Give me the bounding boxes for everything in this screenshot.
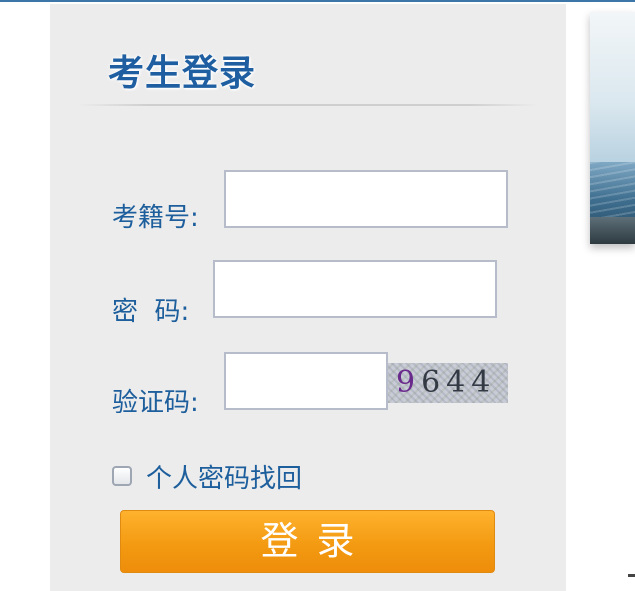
photo-shore: [590, 217, 635, 244]
captcha-input[interactable]: [224, 352, 388, 410]
captcha-label: 验证码:: [112, 388, 199, 418]
password-label: 密 码:: [112, 297, 190, 327]
photo-sky: [590, 12, 635, 162]
captcha-image[interactable]: 9644: [388, 363, 508, 403]
edge-mark: [628, 574, 635, 577]
login-button[interactable]: 登录: [120, 510, 495, 573]
checkbox-unchecked-icon[interactable]: [112, 466, 132, 486]
side-banner-image: [590, 12, 635, 244]
captcha-digit-first: 9: [396, 365, 422, 400]
captcha-digits-rest: 644: [421, 365, 497, 400]
login-panel: 考生登录 考籍号: 密 码: 验证码: 9644 个人密码找回 登录: [50, 4, 566, 591]
password-recovery-option[interactable]: 个人密码找回: [112, 459, 303, 494]
password-input[interactable]: [213, 260, 497, 318]
password-recovery-label: 个人密码找回: [146, 463, 303, 494]
exam-id-input[interactable]: [224, 170, 508, 228]
top-border-line: [0, 0, 635, 2]
exam-id-label: 考籍号:: [112, 203, 199, 233]
panel-title: 考生登录: [108, 53, 257, 94]
title-divider: [78, 104, 538, 106]
